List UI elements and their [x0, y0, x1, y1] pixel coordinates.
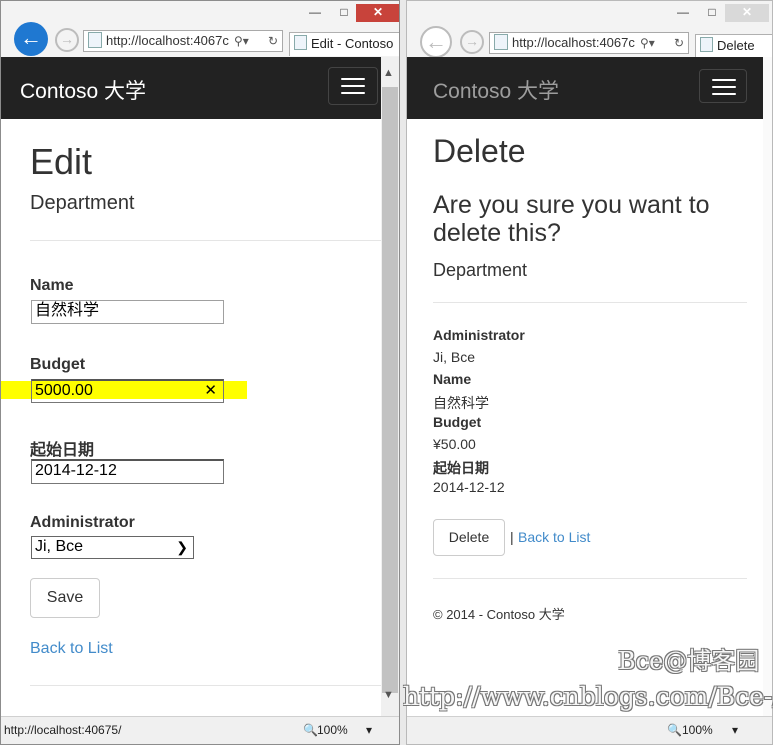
footer-text: © 2014 - Contoso 大学 [433, 607, 565, 622]
back-to-list-link[interactable]: Back to List [518, 529, 590, 545]
administrator-label: Administrator [30, 514, 135, 531]
watermark-url: http://www.cnblogs.com/Bce-/ [403, 682, 773, 711]
address-bar[interactable]: http://localhost:4067с ⚲▾ ↻ [83, 30, 283, 52]
delete-page-content: Delete Are you sure you want to delete t… [407, 119, 763, 717]
start-date-input[interactable]: 2014-12-12 [31, 459, 224, 484]
zoom-level[interactable]: 100% [682, 723, 713, 737]
page-icon [700, 37, 713, 52]
delete-button[interactable]: Delete [433, 519, 505, 556]
divider [433, 302, 747, 303]
administrator-selected: Ji, Bce [35, 538, 84, 555]
detail-value: 自然科学 [433, 395, 489, 411]
zoom-level[interactable]: 100% [317, 723, 348, 737]
detail-value: Ji, Bce [433, 349, 476, 365]
minimize-icon[interactable]: — [669, 4, 697, 22]
close-icon[interactable]: ✕ [725, 4, 769, 22]
zoom-icon[interactable]: 🔍 [667, 723, 682, 737]
tab-delete[interactable]: Delete [695, 34, 772, 58]
separator: | [510, 529, 514, 545]
chevron-down-icon: ❯ [176, 539, 188, 555]
vertical-scrollbar[interactable]: ▲ ▼ [381, 57, 399, 717]
scroll-up-icon[interactable]: ▲ [383, 67, 394, 79]
menu-toggle-icon[interactable] [699, 69, 747, 103]
forward-arrow-icon[interactable]: → [460, 30, 484, 54]
back-to-list-link[interactable]: Back to List [30, 640, 113, 658]
zoom-icon[interactable]: 🔍 [303, 723, 318, 737]
name-label: Name [30, 277, 74, 294]
refresh-icon[interactable]: ↻ [268, 31, 278, 51]
back-arrow-icon[interactable]: ← [420, 26, 452, 58]
browser-title-bar: — □ ✕ ← → http://localhost:4067с ⚲▾ ↻ Ed… [1, 1, 399, 57]
footer-divider [433, 578, 747, 579]
budget-input[interactable]: 5000.00 ✕ [31, 379, 224, 403]
scroll-down-icon[interactable]: ▼ [383, 689, 394, 701]
navbar: Contoso 大学 [1, 57, 381, 119]
page-subtitle: Department [433, 260, 528, 280]
zoom-dropdown-icon[interactable]: ▾ [366, 723, 372, 737]
tab-title: Edit - Contoso [311, 36, 394, 51]
edit-page-content: Edit Department Name 自然科学 Budget 5000.00… [1, 119, 381, 717]
address-text: http://localhost:4067с [106, 33, 229, 48]
divider [30, 240, 381, 241]
maximize-icon[interactable]: □ [331, 4, 357, 22]
detail-term: Name [433, 371, 472, 387]
delete-browser-window: — □ ✕ ← → http://localhost:4067с ⚲▾ ↻ De… [406, 0, 773, 745]
scrollbar-thumb[interactable] [382, 87, 398, 693]
page-subtitle: Department [30, 192, 135, 214]
navbar: Contoso 大学 [407, 57, 763, 119]
search-icon[interactable]: ⚲▾ [640, 33, 655, 53]
budget-label: Budget [30, 356, 86, 373]
page-title: Delete [433, 133, 526, 169]
browser-title-bar: — □ ✕ ← → http://localhost:4067с ⚲▾ ↻ De… [407, 1, 772, 58]
page-icon [494, 34, 508, 50]
detail-term: Administrator [433, 327, 525, 343]
budget-value: 5000.00 [35, 382, 93, 399]
zoom-dropdown-icon[interactable]: ▾ [732, 723, 738, 737]
page-icon [294, 35, 307, 50]
watermark-name: Bce@博客园 [618, 647, 760, 675]
detail-value: 2014-12-12 [433, 479, 505, 495]
edit-browser-window: — □ ✕ ← → http://localhost:4067с ⚲▾ ↻ Ed… [0, 0, 400, 745]
tab-edit[interactable]: Edit - Contoso [289, 32, 399, 56]
search-icon[interactable]: ⚲▾ [234, 31, 249, 51]
address-text: http://localhost:4067с [512, 35, 635, 50]
detail-term: Budget [433, 414, 482, 430]
forward-arrow-icon[interactable]: → [55, 28, 79, 52]
page-title: Edit [30, 141, 93, 182]
detail-value: ¥50.00 [433, 436, 476, 452]
status-url: http://localhost:40675/ [4, 723, 122, 737]
confirm-question: Are you sure you want to delete this? [433, 191, 710, 247]
detail-term: 起始日期 [433, 460, 489, 476]
refresh-icon[interactable]: ↻ [674, 33, 684, 53]
start-date-label: 起始日期 [30, 442, 95, 459]
administrator-select[interactable]: Ji, Bce ❯ [31, 536, 194, 559]
status-bar: http://localhost:40675/ 🔍 100% ▾ [1, 716, 399, 744]
menu-toggle-icon[interactable] [328, 67, 378, 105]
navbar-brand[interactable]: Contoso 大学 [433, 75, 559, 105]
clear-input-icon[interactable]: ✕ [204, 381, 217, 401]
back-arrow-icon[interactable]: ← [14, 22, 48, 56]
navbar-brand[interactable]: Contoso 大学 [20, 75, 146, 105]
save-button[interactable]: Save [30, 578, 100, 618]
tab-title: Delete [717, 38, 755, 53]
maximize-icon[interactable]: □ [699, 4, 725, 22]
status-bar: 🔍 100% ▾ [407, 716, 772, 744]
minimize-icon[interactable]: — [301, 4, 329, 22]
name-input[interactable]: 自然科学 [31, 300, 224, 324]
page-icon [88, 32, 102, 48]
footer-divider [30, 685, 381, 686]
close-icon[interactable]: ✕ [356, 4, 399, 22]
address-bar[interactable]: http://localhost:4067с ⚲▾ ↻ [489, 32, 689, 54]
vertical-scrollbar[interactable] [763, 57, 772, 717]
